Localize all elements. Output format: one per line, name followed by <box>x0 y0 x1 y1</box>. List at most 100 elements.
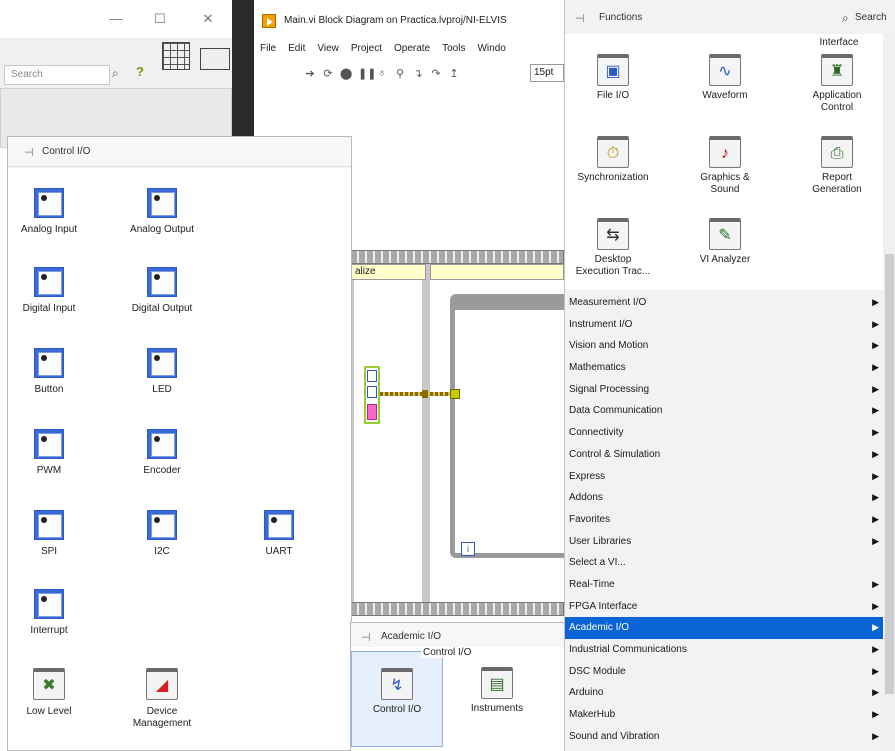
palette-item-digital-output[interactable]: Digital Output <box>121 267 203 315</box>
palette-item-pwm[interactable]: PWM <box>8 429 90 477</box>
pin-icon[interactable]: ⊣ <box>361 631 371 644</box>
pin-icon[interactable]: ⊣ <box>575 12 585 25</box>
file-io-icon: ▣ <box>597 54 629 86</box>
palette-item-synchronization[interactable]: ⏱ Synchronization <box>571 136 655 184</box>
menu-window[interactable]: Windo <box>471 40 511 58</box>
pin-icon[interactable]: ⊣ <box>24 146 34 159</box>
grid-icon[interactable] <box>162 42 190 70</box>
search-input[interactable]: Search <box>4 65 110 85</box>
category-select-a-vi[interactable]: Select a VI... <box>565 552 883 574</box>
maximize-icon[interactable]: ☐ <box>150 10 170 28</box>
category-arduino[interactable]: Arduino ▶ <box>565 682 883 704</box>
palette-folder-low-level[interactable]: ✖ Low Level <box>8 668 90 718</box>
category-fpga-interface[interactable]: FPGA Interface ▶ <box>565 596 883 618</box>
retain-wire-values-icon[interactable]: ⚲ <box>394 67 406 80</box>
palette-item-instruments[interactable]: ▤ Instruments <box>455 667 539 715</box>
category-sound-and-vibration[interactable]: Sound and Vibration ▶ <box>565 726 883 748</box>
font-size-select[interactable]: 15pt <box>530 64 564 82</box>
scrollbar-thumb[interactable] <box>885 254 894 694</box>
submenu-arrow-icon: ▶ <box>872 492 879 503</box>
palette-title: Functions <box>599 12 643 23</box>
highlight-execution-icon[interactable]: ♁ <box>376 67 388 79</box>
palette-item-interface-label[interactable]: Interface <box>797 37 881 49</box>
abort-icon[interactable]: ⬤ <box>340 67 352 80</box>
analog-input-icon <box>34 188 64 218</box>
menu-file[interactable]: File <box>254 40 282 58</box>
palette-header: ⊣ Functions ⌕ Search <box>565 0 895 34</box>
palette-item-digital-input[interactable]: Digital Input <box>8 267 90 315</box>
string-constant <box>367 404 377 420</box>
palette-item-file-io[interactable]: ▣ File I/O <box>571 54 655 102</box>
category-makerhub[interactable]: MakerHub ▶ <box>565 704 883 726</box>
submenu-arrow-icon: ▶ <box>872 470 879 481</box>
category-industrial-communications[interactable]: Industrial Communications ▶ <box>565 639 883 661</box>
palette-item-i2c[interactable]: I2C <box>121 510 203 558</box>
palette-item-application-control[interactable]: ♜ Application Control <box>795 54 879 114</box>
close-icon[interactable]: ✕ <box>198 10 218 28</box>
step-over-icon[interactable]: ↷ <box>430 67 442 80</box>
palette-folder-device-management[interactable]: ◢ Device Management <box>121 668 203 730</box>
search-icon[interactable]: ⌕ <box>842 11 849 26</box>
cluster-constant[interactable] <box>364 366 380 424</box>
submenu-arrow-icon: ▶ <box>872 340 879 351</box>
palette-item-led[interactable]: LED <box>121 348 203 396</box>
submenu-arrow-icon: ▶ <box>872 644 879 654</box>
button-icon <box>34 348 64 378</box>
category-connectivity[interactable]: Connectivity ▶ <box>565 422 883 444</box>
frame-label: alize <box>350 264 426 280</box>
palette-item-spi[interactable]: SPI <box>8 510 90 558</box>
category-data-communication[interactable]: Data Communication ▶ <box>565 400 883 422</box>
category-signal-processing[interactable]: Signal Processing ▶ <box>565 379 883 401</box>
tool-icon[interactable] <box>200 48 230 70</box>
category-control-simulation[interactable]: Control & Simulation ▶ <box>565 444 883 466</box>
search-icon[interactable]: ⌕ <box>112 66 119 81</box>
palette-item-analog-output[interactable]: Analog Output <box>121 188 203 236</box>
submenu-arrow-icon: ▶ <box>872 535 879 546</box>
window-title: Main.vi Block Diagram on Practica.lvproj… <box>284 15 507 26</box>
menu-operate[interactable]: Operate <box>388 40 436 58</box>
category-user-libraries[interactable]: User Libraries ▶ <box>565 531 883 553</box>
pause-icon[interactable]: ❚❚ <box>358 67 376 80</box>
scrollbar[interactable] <box>883 34 895 751</box>
category-vision-and-motion[interactable]: Vision and Motion ▶ <box>565 335 883 357</box>
palette-item-waveform[interactable]: ∿ Waveform <box>683 54 767 102</box>
palette-item-interrupt[interactable]: Interrupt <box>8 589 90 637</box>
category-addons[interactable]: Addons ▶ <box>565 487 883 509</box>
step-into-icon[interactable]: ↴ <box>412 67 424 80</box>
category-express[interactable]: Express ▶ <box>565 466 883 488</box>
menu-project[interactable]: Project <box>345 40 388 58</box>
run-arrow-icon[interactable]: ➔ <box>304 67 316 80</box>
run-continuously-icon[interactable]: ⟳ <box>322 67 334 80</box>
palette-item-vi-analyzer[interactable]: ✎ VI Analyzer <box>683 218 767 266</box>
menu-tools[interactable]: Tools <box>436 40 471 58</box>
category-academic-io[interactable]: Academic I/O ▶ <box>565 617 883 639</box>
palette-item-encoder[interactable]: Encoder <box>121 429 203 477</box>
palette-item-control-io[interactable]: ↯ Control I/O <box>351 651 443 747</box>
search-button[interactable]: Search <box>855 12 887 23</box>
step-out-icon[interactable]: ↥ <box>448 67 460 80</box>
unbundle-node[interactable] <box>450 389 460 399</box>
palette-item-analog-input[interactable]: Analog Input <box>8 188 90 236</box>
menu-view[interactable]: View <box>311 40 345 58</box>
minimize-icon[interactable]: — <box>106 10 126 28</box>
category-dsc-module[interactable]: DSC Module ▶ <box>565 661 883 683</box>
category-measurement-io[interactable]: Measurement I/O ▶ <box>565 292 883 314</box>
functions-palette: ⊣ Functions ⌕ Search Interface ▣ File I/… <box>564 0 895 751</box>
help-icon[interactable]: ? <box>136 64 144 79</box>
menu-edit[interactable]: Edit <box>282 40 311 58</box>
category-instrument-io[interactable]: Instrument I/O ▶ <box>565 314 883 336</box>
palette-items: ↯ Control I/O Control I/O ▤ Instruments <box>351 647 565 751</box>
palette-item-graphics-sound[interactable]: ♪ Graphics & Sound <box>683 136 767 196</box>
category-real-time[interactable]: Real-Time ▶ <box>565 574 883 596</box>
palette-item-button[interactable]: Button <box>8 348 90 396</box>
category-mathematics[interactable]: Mathematics ▶ <box>565 357 883 379</box>
category-favorites[interactable]: Favorites ▶ <box>565 509 883 531</box>
palette-item-desktop-execution-trace[interactable]: ⇆ Desktop Execution Trac... <box>571 218 655 278</box>
palette-item-uart[interactable]: UART <box>238 510 320 558</box>
palette-item-report-generation[interactable]: ⎙ Report Generation <box>795 136 879 196</box>
submenu-arrow-icon: ▶ <box>872 709 879 720</box>
cluster-wire[interactable] <box>380 392 452 396</box>
control-io-palette: ⊣ Control I/O Analog Input Analog Output… <box>7 136 352 751</box>
loop-iteration-terminal[interactable]: i <box>461 542 475 556</box>
while-loop[interactable]: i <box>450 294 564 558</box>
